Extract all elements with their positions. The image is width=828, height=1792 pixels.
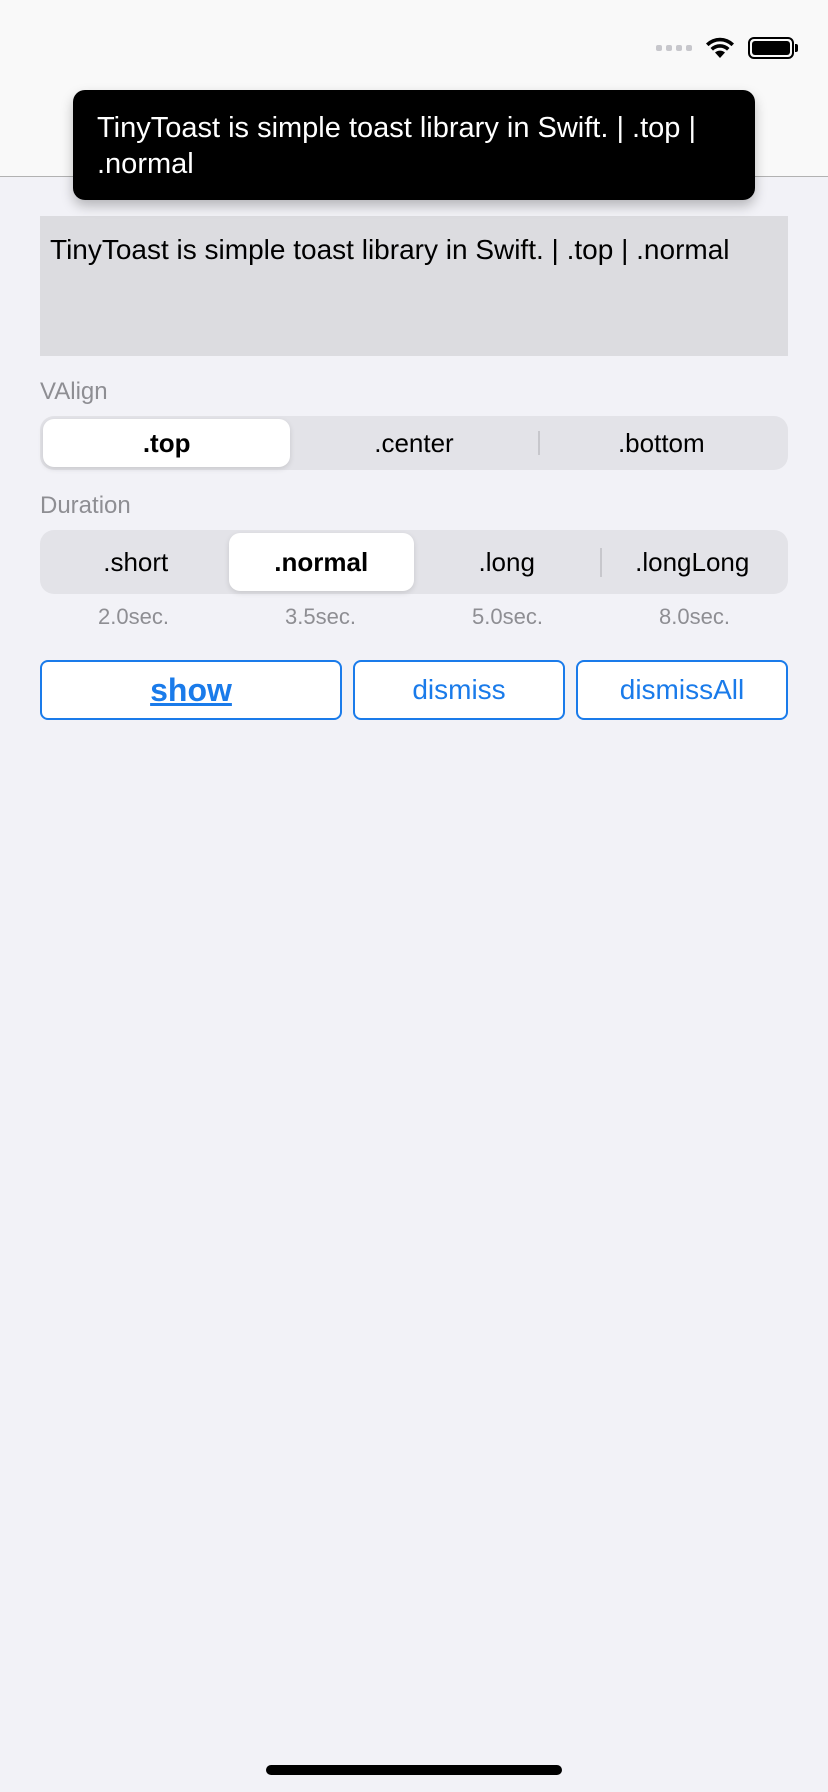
valign-segmented-control: .top .center .bottom [40, 416, 788, 470]
duration-seconds-row: 2.0sec. 3.5sec. 5.0sec. 8.0sec. [40, 604, 788, 630]
battery-icon [748, 37, 798, 59]
duration-option-longlong[interactable]: .longLong [599, 533, 786, 591]
valign-label: VAlign [40, 378, 108, 405]
duration-seconds-longlong: 8.0sec. [659, 604, 730, 629]
duration-option-long[interactable]: .long [414, 533, 600, 591]
home-indicator[interactable] [266, 1765, 562, 1775]
duration-segmented-control: .short .normal .long .longLong [40, 530, 788, 594]
message-text-view[interactable]: TinyToast is simple toast library in Swi… [40, 216, 788, 356]
duration-option-short[interactable]: .short [43, 533, 229, 591]
duration-option-normal[interactable]: .normal [228, 533, 414, 591]
valign-option-bottom[interactable]: .bottom [537, 419, 785, 467]
valign-option-top[interactable]: .top [43, 419, 291, 467]
dismiss-button[interactable]: dismiss [353, 660, 565, 720]
cellular-signal-icon [656, 45, 692, 51]
dismiss-all-button[interactable]: dismissAll [576, 660, 788, 720]
duration-seconds-short: 2.0sec. [98, 604, 169, 629]
toast-message[interactable]: TinyToast is simple toast library in Swi… [73, 90, 755, 200]
valign-option-center[interactable]: .center [290, 419, 537, 467]
wifi-icon [706, 37, 734, 58]
duration-seconds-long: 5.0sec. [472, 604, 543, 629]
duration-label: Duration [40, 492, 131, 519]
status-bar-icons [656, 36, 798, 60]
duration-seconds-normal: 3.5sec. [285, 604, 356, 629]
show-button[interactable]: show [40, 660, 342, 720]
